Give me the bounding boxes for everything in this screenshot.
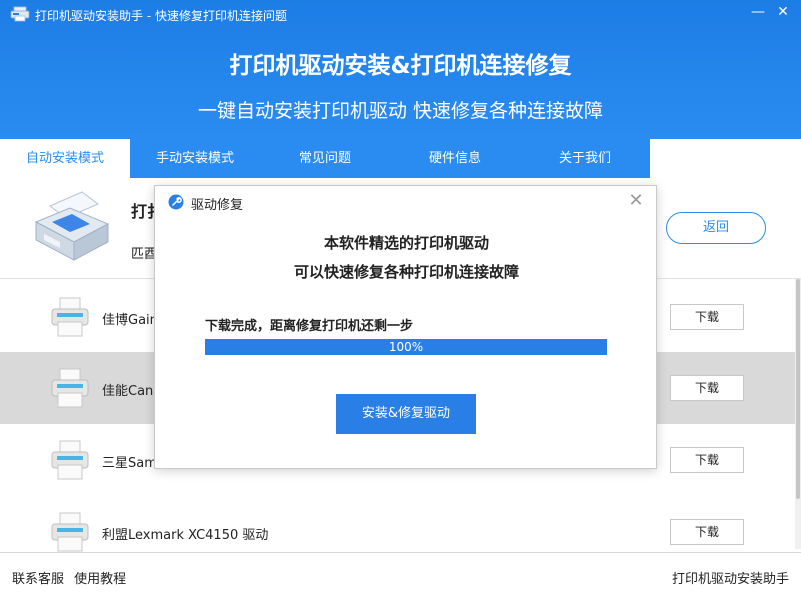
footer-divider	[0, 552, 801, 553]
dialog-heading-line1: 本软件精选的打印机驱动	[155, 232, 658, 253]
close-icon[interactable]: ✕	[773, 2, 793, 22]
tab-manual-install[interactable]: 手动安装模式	[130, 139, 260, 178]
tab-auto-install[interactable]: 自动安装模式	[0, 139, 130, 178]
tutorial-link[interactable]: 使用教程	[74, 572, 126, 587]
tab-hardware-info[interactable]: 硬件信息	[390, 139, 520, 178]
close-icon[interactable]: ✕	[626, 191, 646, 211]
footer-links: 联系客服 使用教程	[12, 568, 126, 587]
download-button[interactable]: 下载	[670, 519, 744, 545]
tab-bar: 自动安装模式 手动安装模式 常见问题 硬件信息 关于我们	[0, 139, 650, 178]
window-title: 打印机驱动安装助手 - 快速修复打印机连接问题	[35, 7, 287, 24]
footer-app-name: 打印机驱动安装助手	[672, 568, 789, 587]
list-item: 利盟Lexmark XC4150 驱动 下载	[0, 496, 795, 568]
progress-bar: 100%	[205, 339, 607, 355]
tab-faq[interactable]: 常见问题	[260, 139, 390, 178]
printer-icon	[50, 439, 90, 481]
contact-support-link[interactable]: 联系客服	[12, 572, 64, 587]
driver-name: 三星Sam	[102, 452, 157, 471]
tab-about[interactable]: 关于我们	[520, 139, 650, 178]
minimize-icon[interactable]: —	[748, 2, 768, 22]
download-button[interactable]: 下载	[670, 447, 744, 473]
download-button[interactable]: 下载	[670, 375, 744, 401]
header-title: 打印机驱动安装&打印机连接修复	[0, 46, 801, 80]
back-button[interactable]: 返回	[666, 212, 766, 244]
scrollbar-thumb[interactable]	[796, 279, 800, 499]
download-status: 下载完成，距离修复打印机还剩一步	[205, 315, 413, 334]
driver-name: 佳能Canc	[102, 380, 160, 399]
header-subtitle: 一键自动安装打印机驱动 快速修复各种连接故障	[0, 96, 801, 123]
list-scrollbar[interactable]	[795, 279, 801, 549]
printer-app-icon	[10, 6, 30, 22]
printer-icon	[50, 511, 90, 553]
driver-name: 利盟Lexmark XC4150 驱动	[102, 524, 268, 543]
dialog-heading-line2: 可以快速修复各种打印机连接故障	[155, 261, 658, 282]
repair-icon	[168, 194, 184, 210]
printer-illustration-icon	[30, 188, 112, 264]
install-repair-button[interactable]: 安装&修复驱动	[336, 394, 476, 434]
printer-icon	[50, 296, 90, 338]
download-button[interactable]: 下载	[670, 304, 744, 330]
app-header: 打印机驱动安装助手 - 快速修复打印机连接问题 — ✕ 打印机驱动安装&打印机连…	[0, 0, 801, 139]
progress-text: 100%	[205, 339, 607, 355]
repair-dialog: 驱动修复 ✕ 本软件精选的打印机驱动 可以快速修复各种打印机连接故障 下载完成，…	[154, 185, 657, 469]
driver-name: 佳博Gain	[102, 309, 158, 328]
dialog-title: 驱动修复	[191, 194, 243, 213]
printer-icon	[50, 367, 90, 409]
